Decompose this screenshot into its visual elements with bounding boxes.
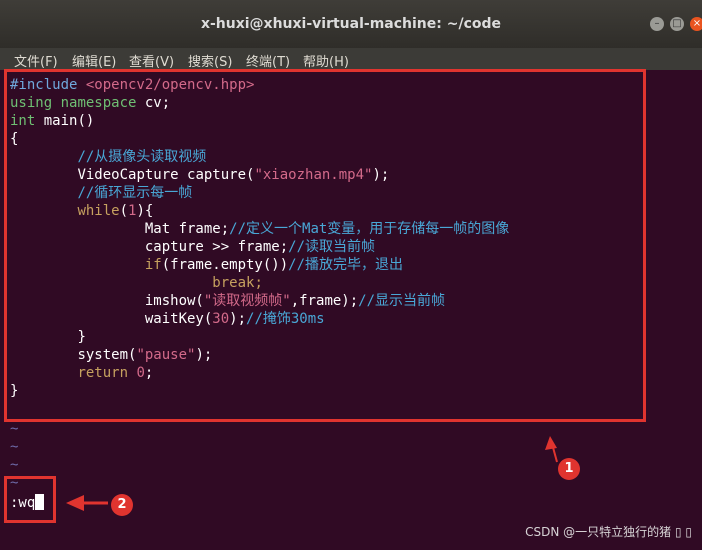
arrow-1-head (545, 436, 557, 450)
arrow-2-head (66, 495, 84, 511)
watermark: CSDN @一只特立独行的猪 ▯ ▯ (525, 525, 692, 539)
annotation-badge-2: 2 (111, 494, 133, 516)
annotation-arrows (66, 436, 558, 511)
annotation-badge-1: 1 (558, 458, 580, 480)
